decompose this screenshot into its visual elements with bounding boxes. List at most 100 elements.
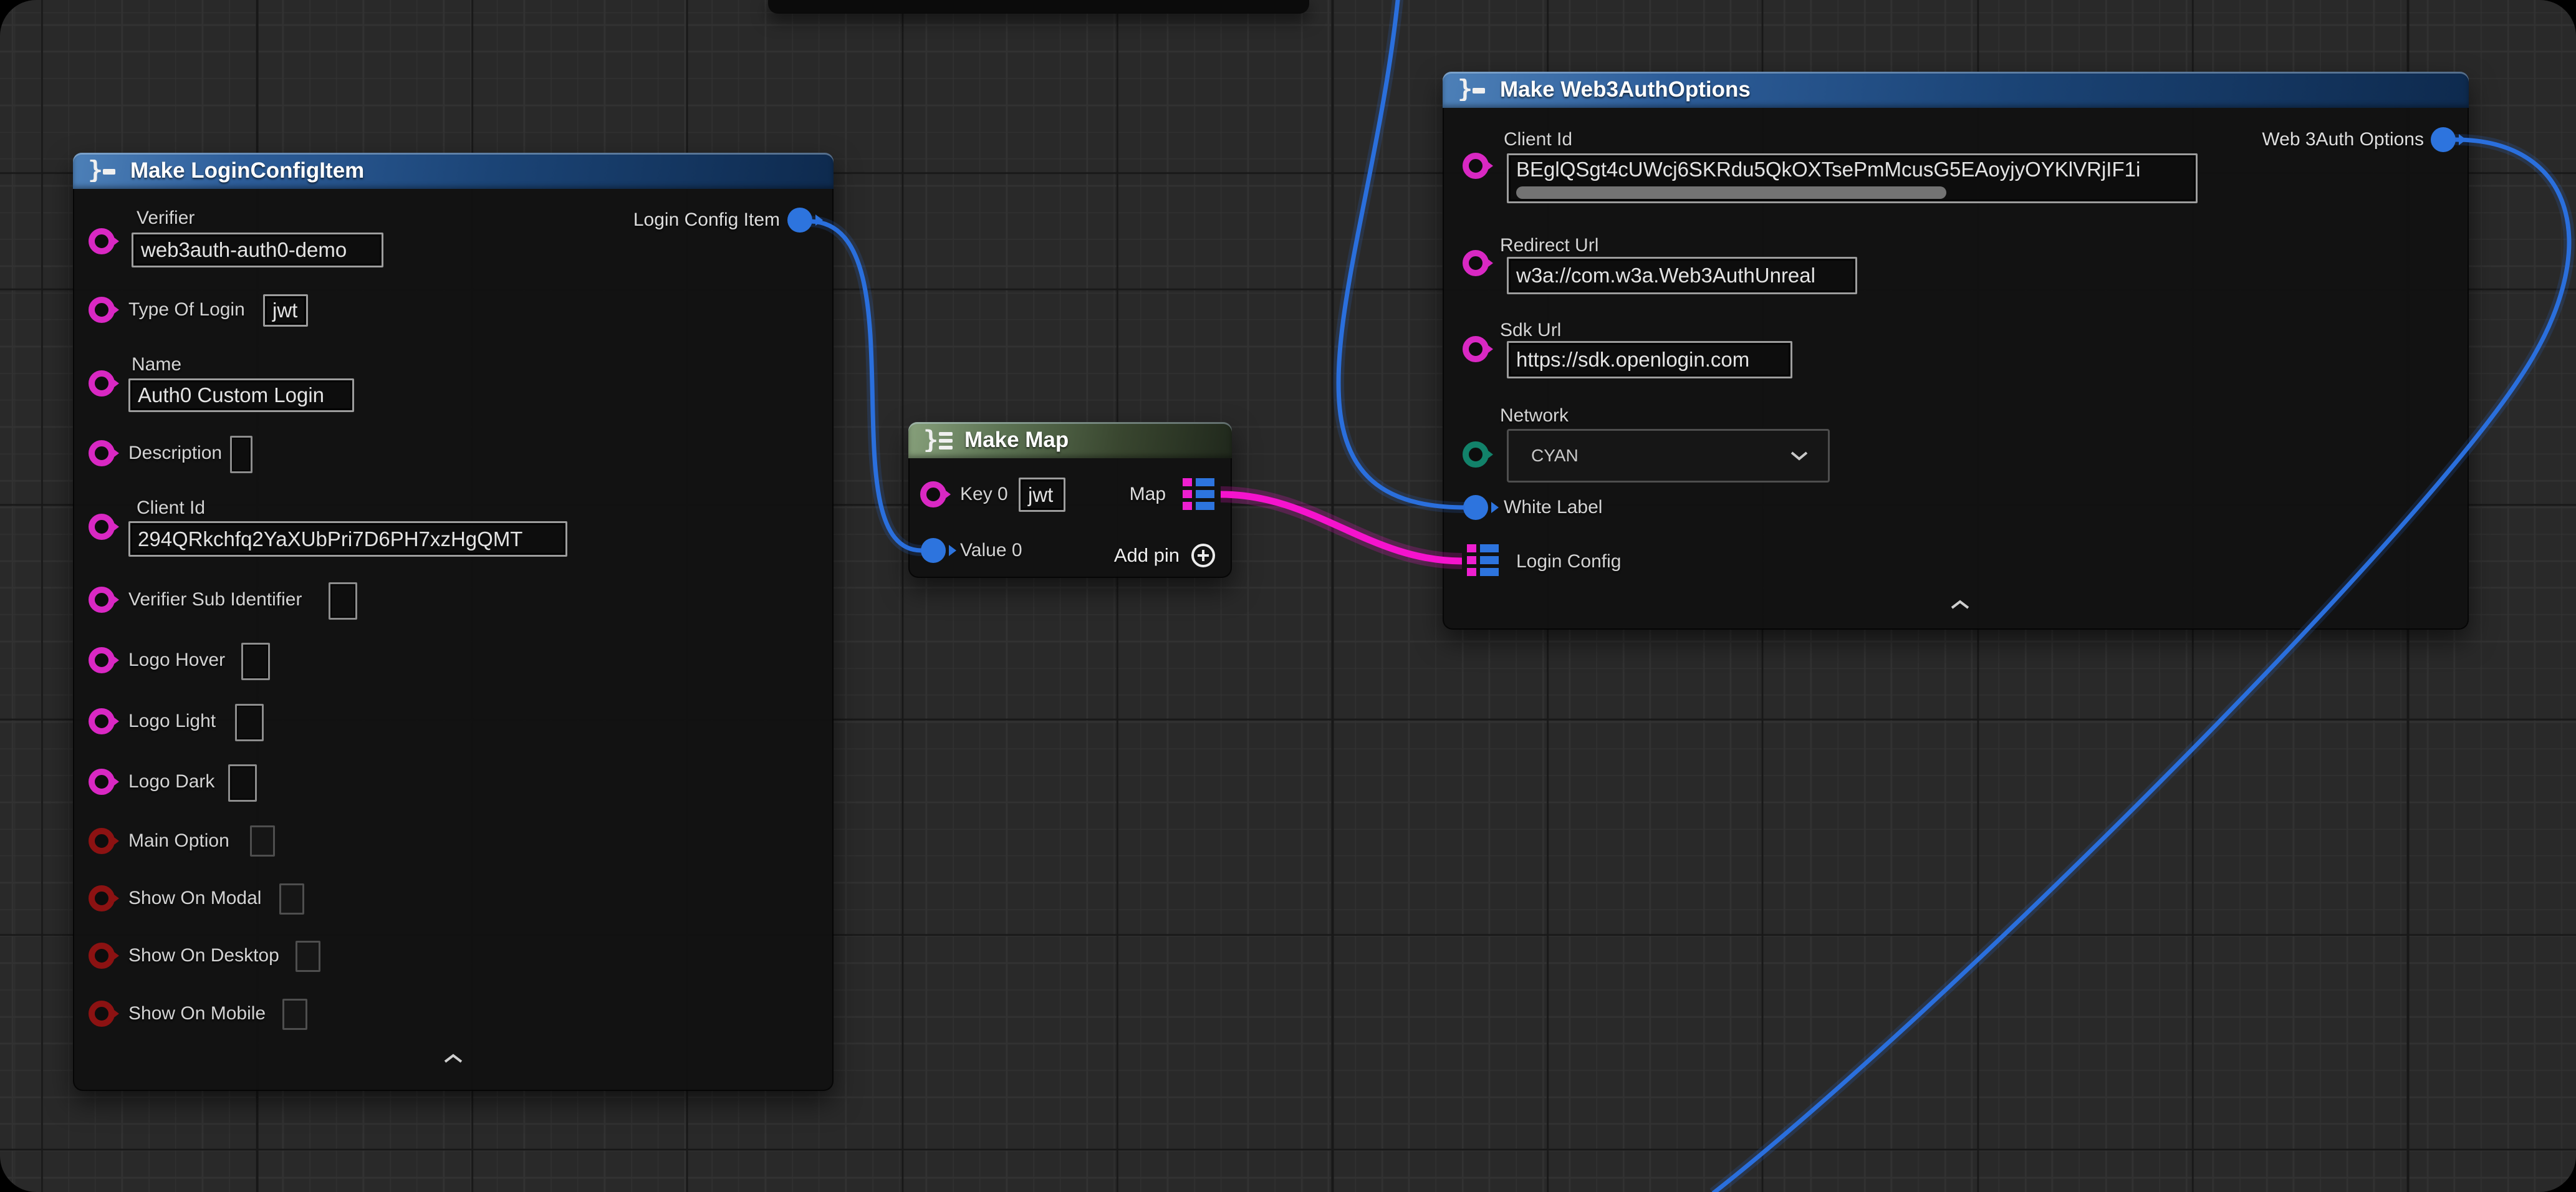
field-sdk-url-value: https://sdk.openlogin.com [1516, 348, 1749, 372]
pin-value-0[interactable] [921, 538, 946, 563]
pin-show-on-mobile[interactable] [89, 1001, 115, 1027]
chevron-up-icon [1949, 598, 1971, 611]
label-logo-hover: Logo Hover [128, 650, 225, 671]
label-client-id: Client Id [1504, 129, 1572, 150]
wire-map-output-to-login-config[interactable] [1221, 494, 1462, 561]
label-main-option: Main Option [128, 830, 229, 852]
output-pin-login-config-item[interactable] [787, 208, 812, 233]
add-pin-label: Add pin [1114, 544, 1180, 567]
chevron-up-icon [442, 1052, 464, 1065]
pin-show-on-desktop[interactable] [89, 943, 115, 969]
pin-logo-light[interactable] [89, 708, 115, 734]
pin-verifier-sub-identifier[interactable] [89, 587, 115, 613]
label-value-0: Value 0 [960, 540, 1022, 561]
field-key-0-value: jwt [1028, 483, 1053, 507]
field-client-id[interactable]: BEglQSgt4cUWcj6SKRdu5QkOXTsePmMcusG5EAoy… [1507, 153, 2198, 203]
field-client-id-value: BEglQSgt4cUWcj6SKRdu5QkOXTsePmMcusG5EAoy… [1516, 158, 2140, 181]
field-redirect-url-value: w3a://com.w3a.Web3AuthUnreal [1516, 264, 1815, 287]
collapse-node-button[interactable] [1949, 598, 1971, 611]
label-type-of-login: Type Of Login [128, 299, 245, 320]
field-verifier-value: web3auth-auth0-demo [141, 238, 347, 262]
label-white-label: White Label [1504, 497, 1602, 518]
pin-white-label[interactable] [1463, 495, 1488, 520]
field-key-0[interactable]: jwt [1019, 478, 1065, 512]
label-logo-light: Logo Light [128, 711, 216, 732]
pin-sdk-url[interactable] [1463, 336, 1489, 362]
label-description: Description [128, 443, 222, 464]
add-pin-button[interactable]: Add pin [1114, 542, 1217, 569]
node-title: Make LoginConfigItem [130, 158, 364, 183]
field-logo-light[interactable] [235, 704, 264, 741]
node-title: Make Web3AuthOptions [1500, 77, 1751, 102]
pin-type-of-login[interactable] [89, 297, 115, 323]
node-make-login-config-item[interactable]: } Make LoginConfigItem Login Config Item… [73, 153, 834, 1091]
checkbox-show-on-desktop[interactable] [296, 941, 320, 972]
output-pin-label: Login Config Item [633, 209, 780, 231]
field-logo-dark[interactable] [228, 764, 257, 802]
pin-main-option[interactable] [89, 828, 115, 854]
label-show-on-modal: Show On Modal [128, 888, 261, 909]
network-dropdown-value: CYAN [1531, 446, 1579, 466]
label-logo-dark: Logo Dark [128, 771, 214, 792]
node-header[interactable]: } Make Map [908, 422, 1232, 458]
checkbox-main-option[interactable] [250, 825, 275, 857]
collapse-node-button[interactable] [442, 1052, 464, 1065]
network-dropdown[interactable]: CYAN [1507, 429, 1830, 483]
pin-network[interactable] [1463, 441, 1489, 468]
field-name-value: Auth0 Custom Login [138, 383, 324, 407]
blueprint-graph-canvas[interactable]: } Make LoginConfigItem Login Config Item… [0, 0, 2576, 1192]
make-map-icon: } [923, 428, 956, 452]
pin-login-config[interactable] [1467, 544, 1499, 576]
pin-client-id[interactable] [1463, 153, 1489, 179]
checkbox-show-on-modal[interactable] [279, 883, 304, 915]
label-login-config: Login Config [1516, 551, 1621, 572]
output-pin-web3auth-options[interactable] [2431, 127, 2456, 152]
field-verifier-sub-identifier[interactable] [329, 582, 357, 620]
label-verifier-sub-identifier: Verifier Sub Identifier [128, 589, 302, 610]
pin-show-on-modal[interactable] [89, 885, 115, 911]
pin-client-id[interactable] [89, 514, 115, 540]
chevron-down-icon [1789, 450, 1809, 461]
field-description[interactable] [230, 436, 252, 473]
field-redirect-url[interactable]: w3a://com.w3a.Web3AuthUnreal [1507, 257, 1857, 294]
label-network: Network [1500, 405, 1569, 426]
checkbox-show-on-mobile[interactable] [282, 999, 307, 1030]
field-type-of-login-value: jwt [272, 299, 297, 322]
label-key-0: Key 0 [960, 484, 1008, 505]
field-logo-hover[interactable] [241, 643, 270, 680]
svg-text:}: } [923, 428, 938, 452]
field-client-id[interactable]: 294QRkchfq2YaXUbPri7D6PH7xzHgQMT [128, 521, 567, 557]
pin-logo-hover[interactable] [89, 647, 115, 673]
make-struct-icon: } [1458, 79, 1489, 101]
label-client-id: Client Id [137, 497, 205, 519]
offscreen-node-bottom-edge[interactable] [768, 0, 1309, 14]
node-title: Make Map [964, 428, 1069, 453]
pin-verifier[interactable] [89, 228, 115, 254]
pin-name[interactable] [89, 370, 115, 397]
field-verifier[interactable]: web3auth-auth0-demo [132, 233, 383, 267]
node-header[interactable]: } Make LoginConfigItem [73, 153, 834, 189]
add-pin-plus-icon [1189, 542, 1217, 569]
wire-map-output-to-login-config[interactable] [1221, 494, 1462, 561]
node-header[interactable]: } Make Web3AuthOptions [1443, 72, 2469, 108]
svg-text:}: } [1458, 79, 1473, 101]
output-pin-label: Map [1130, 484, 1166, 505]
field-sdk-url[interactable]: https://sdk.openlogin.com [1507, 341, 1792, 378]
node-make-web3auth-options[interactable]: } Make Web3AuthOptions Web 3Auth Options… [1443, 72, 2469, 630]
label-name: Name [132, 354, 181, 375]
label-show-on-mobile: Show On Mobile [128, 1003, 266, 1024]
label-show-on-desktop: Show On Desktop [128, 945, 279, 966]
label-redirect-url: Redirect Url [1500, 235, 1598, 256]
label-verifier: Verifier [137, 208, 195, 229]
pin-logo-dark[interactable] [89, 769, 115, 795]
label-sdk-url: Sdk Url [1500, 320, 1561, 341]
pin-redirect-url[interactable] [1463, 250, 1489, 276]
field-horizontal-scrollbar[interactable] [1516, 186, 1946, 199]
field-name[interactable]: Auth0 Custom Login [128, 378, 354, 412]
output-pin-map[interactable] [1183, 478, 1214, 510]
field-type-of-login[interactable]: jwt [263, 294, 308, 327]
pin-description[interactable] [89, 440, 115, 466]
pin-key-0[interactable] [920, 481, 946, 507]
field-client-id-value: 294QRkchfq2YaXUbPri7D6PH7xzHgQMT [138, 527, 522, 551]
node-make-map[interactable]: } Make Map Key 0 jwt Map Value 0 Add pin [908, 422, 1232, 578]
